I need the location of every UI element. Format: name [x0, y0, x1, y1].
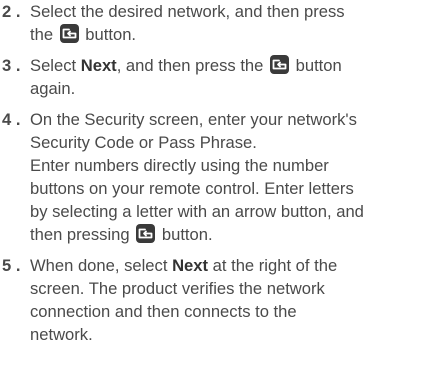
- text-segment: network.: [30, 325, 93, 345]
- text-segment: When done, select: [30, 256, 173, 275]
- text-segment: by selecting a letter with an arrow butt…: [30, 202, 364, 222]
- text-line: Select the desired network, and then pre…: [30, 0, 444, 23]
- text-line: Select Next, and then press the button: [30, 54, 444, 77]
- text-line: When done, select Next at the right of t…: [30, 254, 444, 277]
- step-number: 2 .: [2, 2, 21, 21]
- next-keyword: Next: [80, 56, 117, 75]
- step-number: 3 .: [2, 56, 21, 75]
- text-segment: button: [291, 56, 342, 75]
- step-text: Select the desired network, and then pre…: [30, 0, 444, 46]
- step-text: On the Security screen, enter your netwo…: [30, 108, 444, 247]
- text-segment: button.: [80, 25, 137, 45]
- manual-page: 2 . Select the desired network, and then…: [0, 0, 447, 382]
- text-segment: Enter numbers directly using the number: [30, 156, 329, 176]
- text-line: Security Code or Pass Phrase.: [30, 131, 444, 154]
- text-segment: then pressing: [30, 225, 135, 245]
- text-segment: screen. The product verifies the network: [30, 279, 325, 299]
- text-line: again.: [30, 77, 444, 100]
- text-segment: On the Security screen, enter your netwo…: [30, 110, 357, 129]
- text-segment: Select: [30, 56, 81, 75]
- step-text: When done, select Next at the right of t…: [30, 254, 444, 346]
- text-segment: again.: [30, 79, 76, 99]
- step-number: 5 .: [2, 256, 21, 275]
- text-segment: the: [30, 25, 58, 45]
- text-line: On the Security screen, enter your netwo…: [30, 108, 444, 131]
- next-keyword: Next: [172, 256, 209, 275]
- enter-button-icon: [270, 55, 289, 74]
- enter-button-icon: [136, 224, 156, 244]
- text-line: the button.: [30, 23, 444, 46]
- text-segment: , and then press the: [116, 56, 268, 75]
- enter-button-icon: [59, 24, 79, 44]
- text-segment: at the right of the: [208, 256, 338, 275]
- text-line: Enter numbers directly using the number: [30, 154, 444, 177]
- text-line: by selecting a letter with an arrow butt…: [30, 200, 444, 223]
- step-text: Select Next, and then press the button a…: [30, 54, 444, 100]
- text-line: then pressing button.: [30, 223, 444, 246]
- text-line: connection and then connects to the: [30, 300, 444, 323]
- text-segment: buttons on your remote control. Enter le…: [30, 179, 354, 199]
- text-line: buttons on your remote control. Enter le…: [30, 177, 444, 200]
- text-segment: button.: [157, 225, 213, 245]
- text-line: network.: [30, 323, 444, 346]
- text-segment: Select the desired network, and then pre…: [30, 2, 345, 21]
- step-number: 4 .: [2, 110, 21, 129]
- text-segment: connection and then connects to the: [30, 302, 297, 322]
- text-line: screen. The product verifies the network: [30, 277, 444, 300]
- text-segment: Security Code or Pass Phrase.: [30, 133, 257, 153]
